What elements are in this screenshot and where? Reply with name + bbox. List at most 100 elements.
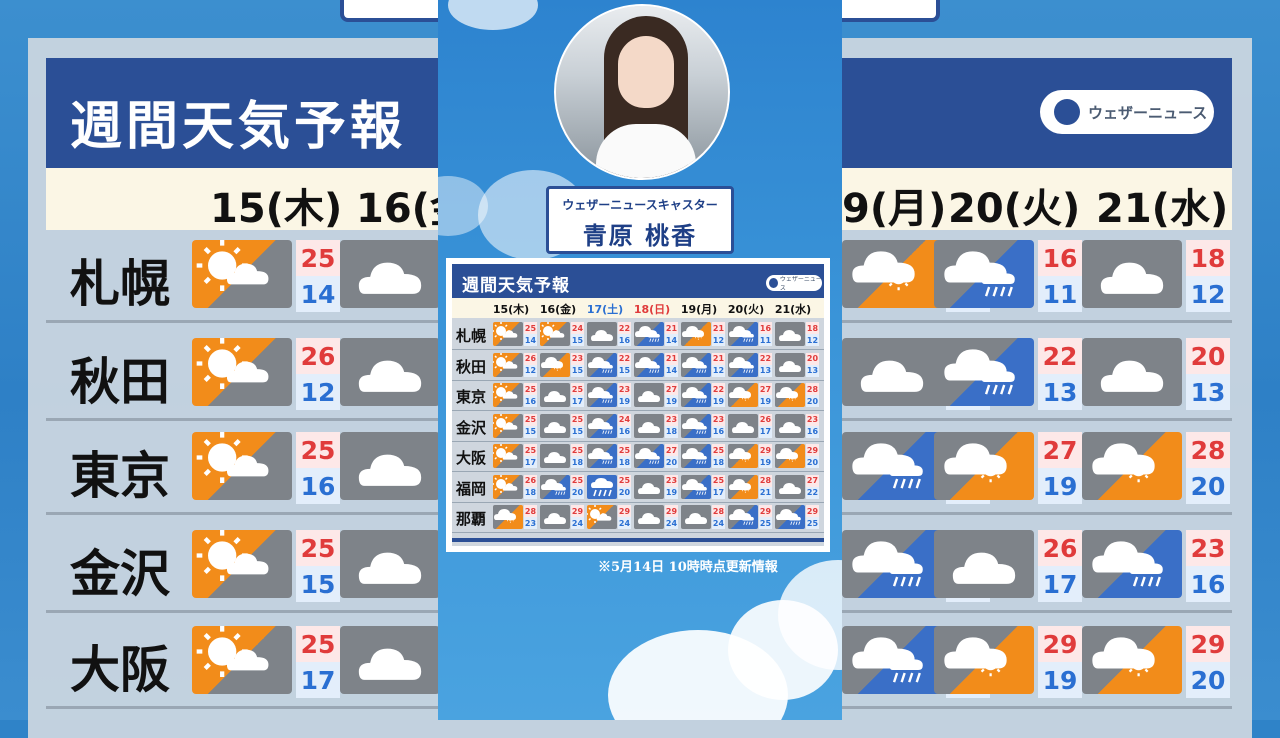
low-temp: 24 <box>618 517 631 529</box>
forecast-cell: 27 19 <box>728 383 772 407</box>
cloud-icon <box>775 474 805 499</box>
forecast-cell: 25 16 <box>493 383 537 407</box>
background-high-temp: 28 <box>1186 432 1230 468</box>
high-temp: 25 <box>571 383 584 395</box>
cloud-icon <box>1082 240 1182 308</box>
background-weathernews-logo: ウェザーニュース <box>1040 90 1214 134</box>
forecast-cell: 25 17 <box>493 444 537 468</box>
cloud-rain-icon <box>775 505 805 529</box>
background-forecast-cell: 28 20 <box>1082 432 1230 504</box>
low-temp: 20 <box>806 456 819 468</box>
forecast-cell: 25 17 <box>681 474 725 499</box>
forecast-date-1: 15(木) <box>492 303 530 316</box>
background-low-temp: 13 <box>1038 374 1082 410</box>
forecast-cell: 25 15 <box>540 413 584 438</box>
low-temp: 12 <box>712 364 725 377</box>
background-forecast-cell: 26 12 <box>192 338 340 410</box>
forecast-cell: 26 12 <box>493 352 537 377</box>
row-divider <box>452 349 824 350</box>
cloud-sun-icon <box>728 444 758 468</box>
cloud-rain-icon <box>587 352 617 377</box>
cloud-icon <box>540 413 570 438</box>
cloud-icon <box>540 505 570 529</box>
weathernews-logo-icon <box>769 278 778 288</box>
cloud-sun-icon <box>728 474 758 499</box>
cloud-icon <box>728 413 758 438</box>
cloud-icon <box>340 530 440 598</box>
background-high-temp: 16 <box>1038 240 1082 276</box>
high-temp: 22 <box>618 352 631 365</box>
forecast-date-5: 19(月) <box>680 303 718 316</box>
forecast-cell: 28 23 <box>493 505 537 529</box>
low-temp: 17 <box>571 395 584 407</box>
low-temp: 19 <box>618 395 631 407</box>
low-temp: 16 <box>806 425 819 438</box>
low-temp: 18 <box>524 486 537 499</box>
forecast-cell: 25 18 <box>540 444 584 468</box>
cloud-rain-icon <box>681 352 711 377</box>
low-temp: 15 <box>571 425 584 438</box>
sun-cloud-icon <box>192 240 292 308</box>
low-temp: 23 <box>524 517 537 529</box>
forecast-cell: 29 25 <box>775 505 819 529</box>
cloud-icon <box>775 352 805 377</box>
forecast-city-label: 東京 <box>456 388 487 406</box>
cloud-rain-icon <box>934 240 1034 308</box>
low-temp: 19 <box>712 395 725 407</box>
low-temp: 18 <box>618 456 631 468</box>
high-temp: 25 <box>712 474 725 487</box>
forecast-date-6: 20(火) <box>727 303 765 316</box>
forecast-cell: 26 17 <box>728 413 772 438</box>
high-temp: 25 <box>524 322 537 334</box>
background-high-temp: 26 <box>296 338 340 374</box>
cloud-icon <box>540 383 570 407</box>
forecast-cell: 27 20 <box>634 444 678 468</box>
high-temp: 27 <box>759 383 772 395</box>
caster-name-card: ウェザーニュースキャスター 青原 桃香 <box>546 186 734 254</box>
cloud-icon <box>842 338 942 406</box>
cloud-sun-icon <box>540 352 570 377</box>
high-temp: 27 <box>665 383 678 395</box>
high-temp: 22 <box>618 322 631 334</box>
forecast-cell: 29 24 <box>587 505 631 529</box>
high-temp: 25 <box>712 444 725 456</box>
caster-body <box>596 124 696 178</box>
background-low-temp: 12 <box>1186 276 1230 312</box>
high-temp: 21 <box>665 322 678 334</box>
high-temp: 23 <box>665 474 678 487</box>
forecast-cell: 29 24 <box>540 505 584 529</box>
background-date: 21(水) <box>1096 186 1229 232</box>
background-low-temp: 20 <box>1186 662 1230 698</box>
high-temp: 23 <box>571 352 584 365</box>
background-low-temp: 12 <box>296 374 340 410</box>
background-high-temp: 25 <box>296 240 340 276</box>
high-temp: 26 <box>759 413 772 426</box>
low-temp: 24 <box>571 517 584 529</box>
background-city-label: 東京 <box>70 447 170 505</box>
background-date: 15(木) <box>210 186 343 232</box>
forecast-cell: 29 20 <box>775 444 819 468</box>
cloud-icon <box>540 444 570 468</box>
cloud-icon <box>634 474 664 499</box>
low-temp: 19 <box>665 486 678 499</box>
forecast-cell: 23 18 <box>634 413 678 438</box>
low-temp: 20 <box>665 456 678 468</box>
low-temp: 16 <box>712 425 725 438</box>
forecast-cell: 24 16 <box>587 413 631 438</box>
high-temp: 29 <box>665 505 678 517</box>
cloud-sun-icon <box>934 432 1034 500</box>
cloud-sun-icon <box>934 626 1034 694</box>
low-temp: 11 <box>759 334 772 346</box>
background-forecast-cell: 20 13 <box>1082 338 1230 410</box>
background-date: 20(火) <box>948 186 1081 232</box>
forecast-city-label: 那覇 <box>456 510 487 528</box>
forecast-cell: 21 12 <box>681 322 725 346</box>
sun-cloud-icon <box>192 338 292 406</box>
low-temp: 14 <box>524 334 537 346</box>
high-temp: 27 <box>806 474 819 487</box>
cloud-rain-icon <box>540 474 570 499</box>
sun-cloud-icon <box>493 352 523 377</box>
sky-cloud <box>728 600 838 700</box>
row-divider <box>452 379 824 381</box>
background-low-temp: 14 <box>296 276 340 312</box>
